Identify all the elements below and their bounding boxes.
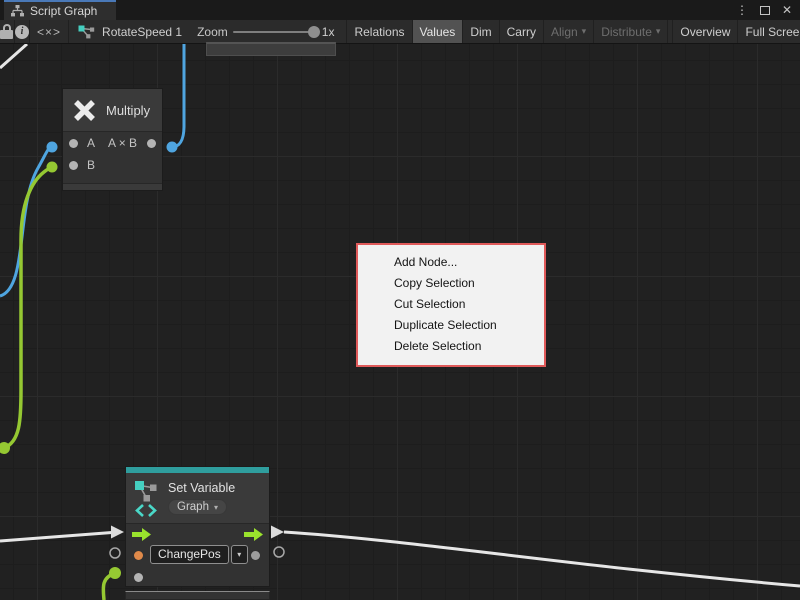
unconnected-port-circle[interactable] — [274, 547, 284, 557]
toolbar-buttons: Relations Values Dim Carry Align ▾ Distr… — [346, 20, 800, 43]
variable-name-dropdown[interactable]: ChangePos ▾ — [150, 545, 248, 564]
port-row: A A × B — [63, 132, 162, 154]
carry-button[interactable]: Carry — [500, 20, 544, 43]
context-menu: Add Node... Copy Selection Cut Selection… — [356, 243, 546, 367]
zoom-slider[interactable] — [233, 31, 317, 33]
info-button[interactable]: i — [15, 20, 30, 43]
menu-item-delete-selection[interactable]: Delete Selection — [358, 336, 544, 357]
set-variable-header[interactable]: Set Variable Graph ▾ — [126, 473, 269, 523]
tab-script-graph[interactable]: Script Graph — [4, 0, 116, 20]
output-port[interactable] — [147, 139, 156, 148]
value-output-port[interactable] — [251, 551, 260, 560]
window-controls: ⋮ ✕ — [736, 0, 792, 20]
flow-output-arrow[interactable] — [244, 528, 263, 541]
unity-script-graph-window: Script Graph ⋮ ✕ i <×> RotateSpeed 1 Zoo… — [0, 0, 800, 600]
value-input-port[interactable] — [134, 551, 143, 560]
zoom-slider-handle[interactable] — [308, 26, 320, 38]
wire-blue-in — [0, 147, 52, 296]
window-menu-icon[interactable]: ⋮ — [736, 0, 748, 20]
multiply-node-body: A A × B B — [63, 131, 162, 183]
tab-label: Script Graph — [30, 4, 97, 18]
value-input-port-2[interactable] — [134, 573, 143, 582]
distribute-button[interactable]: Distribute ▾ — [594, 20, 668, 43]
chevron-down-icon: ▾ — [582, 26, 587, 37]
graph-tab-icon — [11, 5, 24, 17]
chevron-down-icon: ▾ — [214, 503, 218, 512]
wire-green-bottom — [103, 573, 115, 600]
code-preview-button[interactable]: <×> — [30, 20, 69, 43]
graph-reference-label: RotateSpeed 1 — [102, 25, 182, 39]
blue-port-dot[interactable] — [47, 142, 58, 153]
chevron-down-icon: ▾ — [656, 26, 661, 37]
lock-icon — [0, 24, 14, 39]
wire-white-in — [0, 533, 112, 542]
set-variable-footer — [125, 591, 270, 600]
zoom-level: 1x — [322, 25, 341, 39]
relations-button[interactable]: Relations — [347, 20, 412, 43]
port-label-b: B — [87, 158, 95, 172]
align-button[interactable]: Align ▾ — [544, 20, 594, 43]
wire-blue-out — [172, 44, 184, 147]
clipped-node[interactable] — [206, 42, 336, 56]
set-variable-body: ChangePos ▾ — [126, 523, 269, 586]
flow-input-arrow[interactable] — [132, 528, 151, 541]
dim-button[interactable]: Dim — [463, 20, 499, 43]
chevron-down-icon: ▾ — [231, 545, 248, 564]
menu-item-add-node[interactable]: Add Node... — [358, 252, 544, 273]
zoom-control: Zoom 1x — [192, 20, 340, 43]
input-port-b[interactable] — [69, 161, 78, 170]
menu-item-cut-selection[interactable]: Cut Selection — [358, 294, 544, 315]
info-icon: i — [15, 25, 29, 39]
input-port-a[interactable] — [69, 139, 78, 148]
maximize-icon[interactable] — [760, 6, 770, 15]
flow-input-triangle[interactable] — [111, 526, 124, 539]
wire-white-stub — [0, 44, 27, 68]
green-port-dot[interactable] — [47, 162, 58, 173]
multiply-node-header[interactable]: Multiply — [63, 89, 162, 131]
tab-strip: Script Graph ⋮ ✕ — [0, 0, 800, 20]
multiply-node-footer — [63, 183, 162, 190]
graph-reference[interactable]: RotateSpeed 1 — [69, 20, 192, 43]
port-label-a: A — [87, 136, 95, 150]
wire-white-out — [284, 532, 800, 586]
graph-toolbar: i <×> RotateSpeed 1 Zoom 1x Relations Va… — [0, 20, 800, 44]
menu-item-duplicate-selection[interactable]: Duplicate Selection — [358, 315, 544, 336]
graph-node-icon — [78, 25, 95, 39]
unconnected-port-circle[interactable] — [110, 548, 120, 558]
flow-output-triangle[interactable] — [271, 526, 284, 539]
variable-scope-dropdown[interactable]: Graph ▾ — [168, 499, 227, 515]
node-title: Set Variable — [168, 481, 235, 495]
multiply-node[interactable]: Multiply A A × B B — [62, 88, 163, 191]
green-port-dot[interactable] — [0, 442, 10, 454]
multiply-icon — [72, 98, 97, 123]
close-icon[interactable]: ✕ — [782, 0, 792, 20]
port-row: B — [63, 154, 162, 176]
zoom-label: Zoom — [197, 25, 228, 39]
values-button[interactable]: Values — [413, 20, 464, 43]
wire-green-long — [4, 167, 52, 448]
node-title: Multiply — [106, 103, 150, 118]
set-variable-icon — [134, 478, 160, 518]
menu-item-copy-selection[interactable]: Copy Selection — [358, 273, 544, 294]
blue-port-dot[interactable] — [167, 142, 178, 153]
port-label-output: A × B — [108, 136, 137, 150]
green-port-dot[interactable] — [109, 567, 121, 579]
full-screen-button[interactable]: Full Screen — [738, 20, 800, 43]
set-variable-node[interactable]: Set Variable Graph ▾ ChangePos ▾ — [125, 466, 270, 587]
overview-button[interactable]: Overview — [672, 20, 738, 43]
lock-button[interactable] — [0, 20, 15, 43]
